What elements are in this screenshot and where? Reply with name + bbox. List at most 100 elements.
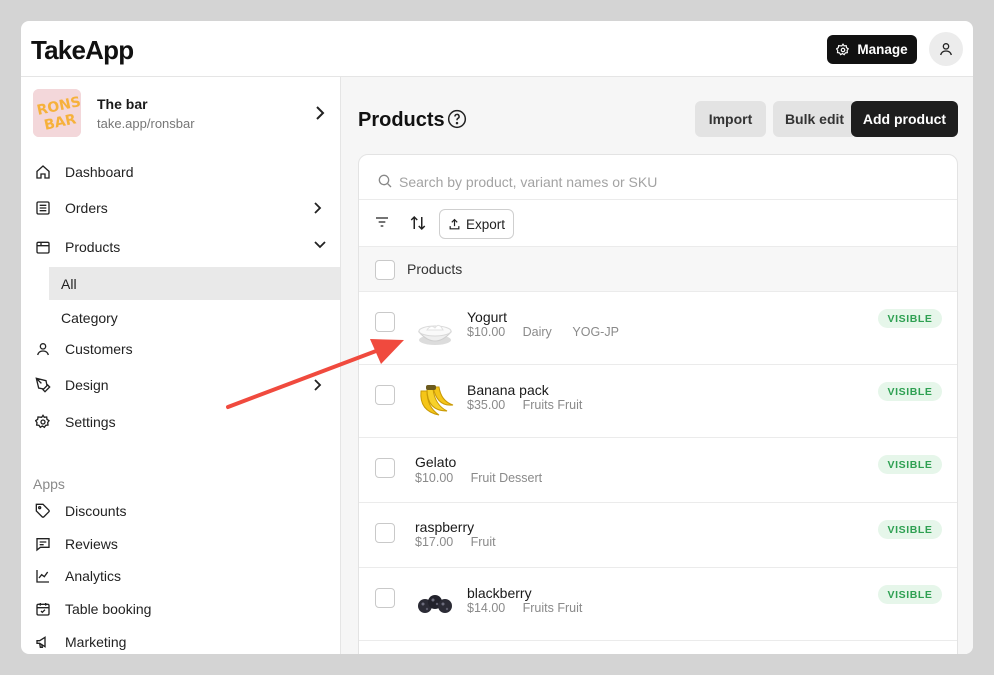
user-icon — [940, 43, 952, 56]
store-logo: RONS BAR — [33, 89, 81, 137]
sidebar-item-label: Reviews — [65, 536, 118, 552]
product-meta: $10.00 Dairy YOG-JP — [467, 325, 619, 339]
apps-section-label: Apps — [33, 476, 65, 492]
sidebar-item-label: All — [61, 275, 77, 292]
row-checkbox[interactable] — [375, 458, 395, 478]
banana-image — [420, 385, 454, 416]
sidebar-item-label: Dashboard — [65, 164, 134, 180]
store-name: The bar — [97, 96, 148, 112]
table-row[interactable]: Banana pack $35.00 Fruits Fruit VISIBLE — [359, 365, 957, 438]
help-circle-icon[interactable] — [447, 109, 467, 129]
gear-icon — [836, 42, 850, 55]
select-all-checkbox[interactable] — [375, 260, 395, 280]
manage-label: Manage — [857, 42, 908, 57]
product-meta: $17.00 Fruit — [415, 535, 496, 549]
sidebar-item-products[interactable]: Products — [21, 232, 341, 262]
top-bar: TakeApp Manage — [21, 21, 973, 77]
sidebar-item-label: Table booking — [65, 601, 152, 617]
manage-button[interactable]: Manage — [827, 35, 917, 64]
filter-icon[interactable] — [374, 214, 390, 230]
store-switcher[interactable]: RONS BAR The bar take.app/ronsbar — [33, 89, 333, 137]
row-checkbox[interactable] — [375, 523, 395, 543]
sidebar-item-orders[interactable]: Orders — [21, 193, 341, 223]
sidebar-item-label: Design — [65, 377, 109, 393]
status-badge: VISIBLE — [878, 520, 942, 539]
row-checkbox[interactable] — [375, 588, 395, 608]
sidebar-item-analytics[interactable]: Analytics — [21, 561, 341, 591]
sidebar-item-customers[interactable]: Customers — [21, 334, 341, 364]
table-row[interactable]: blackberry $14.00 Fruits Fruit VISIBLE — [359, 568, 957, 641]
box-icon — [36, 241, 50, 254]
product-name: Gelato — [415, 454, 457, 470]
main-content: Products Import Bulk edit Add product Ex… — [341, 77, 973, 654]
table-header: Products — [359, 247, 957, 292]
sidebar-item-label: Orders — [65, 200, 108, 216]
sidebar-subitem-category[interactable]: Category — [49, 301, 340, 334]
add-product-button[interactable]: Add product — [851, 101, 958, 137]
list-toolbar: Export — [359, 200, 957, 247]
app-window: TakeApp Manage RONS BAR The bar take.app… — [21, 21, 973, 654]
home-icon — [36, 165, 50, 179]
sidebar-item-label: Marketing — [65, 634, 127, 650]
blackberry-image — [418, 595, 452, 613]
status-badge: VISIBLE — [878, 585, 942, 604]
calendar-check-icon — [36, 603, 50, 616]
upload-icon — [449, 218, 460, 229]
bulk-edit-button[interactable]: Bulk edit — [773, 101, 856, 137]
table-row[interactable]: Yogurt $10.00 Dairy YOG-JP VISIBLE — [359, 292, 957, 365]
sidebar-item-dashboard[interactable]: Dashboard — [21, 157, 341, 187]
store-url: take.app/ronsbar — [97, 116, 195, 131]
line-chart-icon — [36, 570, 49, 583]
product-name: Banana pack — [467, 382, 549, 398]
user-avatar-button[interactable] — [929, 32, 963, 66]
page-title: Products — [358, 109, 445, 131]
sidebar-item-settings[interactable]: Settings — [21, 407, 341, 437]
import-button[interactable]: Import — [695, 101, 766, 137]
sort-icon[interactable] — [409, 214, 427, 232]
message-icon — [36, 538, 50, 552]
search-bar — [359, 155, 957, 200]
sidebar-item-label: Analytics — [65, 568, 122, 584]
sidebar-item-label: Customers — [65, 341, 133, 357]
sidebar-item-discounts[interactable]: Discounts — [21, 496, 341, 526]
person-icon — [37, 343, 49, 356]
chevron-right-icon — [314, 202, 322, 214]
sidebar-subitem-all[interactable]: All — [49, 267, 340, 300]
status-badge: VISIBLE — [878, 382, 942, 401]
search-input[interactable] — [399, 167, 939, 197]
product-name: raspberry — [415, 519, 475, 535]
products-card: Export Products Yogurt $10.00 Dairy YOG-… — [358, 154, 958, 654]
sidebar-item-marketing[interactable]: Marketing — [21, 627, 341, 654]
product-meta: $35.00 Fruits Fruit — [467, 398, 583, 412]
settings-icon — [35, 414, 50, 429]
product-name: Yogurt — [467, 309, 507, 325]
megaphone-icon — [36, 636, 46, 648]
yogurt-image — [417, 324, 453, 345]
sidebar-item-label: Settings — [65, 414, 116, 430]
column-header-products: Products — [407, 261, 463, 277]
row-checkbox[interactable] — [375, 385, 395, 405]
row-checkbox[interactable] — [375, 312, 395, 332]
sidebar-item-label: Category — [61, 309, 118, 326]
search-icon — [378, 174, 392, 188]
table-row[interactable]: raspberry $17.00 Fruit VISIBLE — [359, 503, 957, 568]
export-button[interactable]: Export — [439, 209, 514, 239]
app-logo[interactable]: TakeApp — [31, 35, 134, 66]
product-meta: $14.00 Fruits Fruit — [467, 601, 583, 615]
chevron-right-icon — [314, 379, 322, 391]
table-row[interactable]: Gelato $10.00 Fruit Dessert VISIBLE — [359, 438, 957, 503]
chevron-down-icon — [314, 241, 326, 249]
sidebar-item-label: Discounts — [65, 503, 127, 519]
chevron-right-icon — [316, 106, 325, 120]
status-badge: VISIBLE — [878, 455, 942, 474]
tag-icon — [35, 503, 50, 518]
sidebar-item-label: Products — [65, 239, 121, 255]
sidebar-item-reviews[interactable]: Reviews — [21, 529, 341, 559]
export-label: Export — [465, 216, 506, 232]
sidebar-item-table-booking[interactable]: Table booking — [21, 594, 341, 624]
sidebar: RONS BAR The bar take.app/ronsbar Dashbo… — [21, 77, 341, 654]
pen-tool-icon — [35, 377, 51, 393]
product-meta: $10.00 Fruit Dessert — [415, 471, 543, 485]
list-icon — [36, 201, 50, 215]
sidebar-item-design[interactable]: Design — [21, 370, 341, 400]
